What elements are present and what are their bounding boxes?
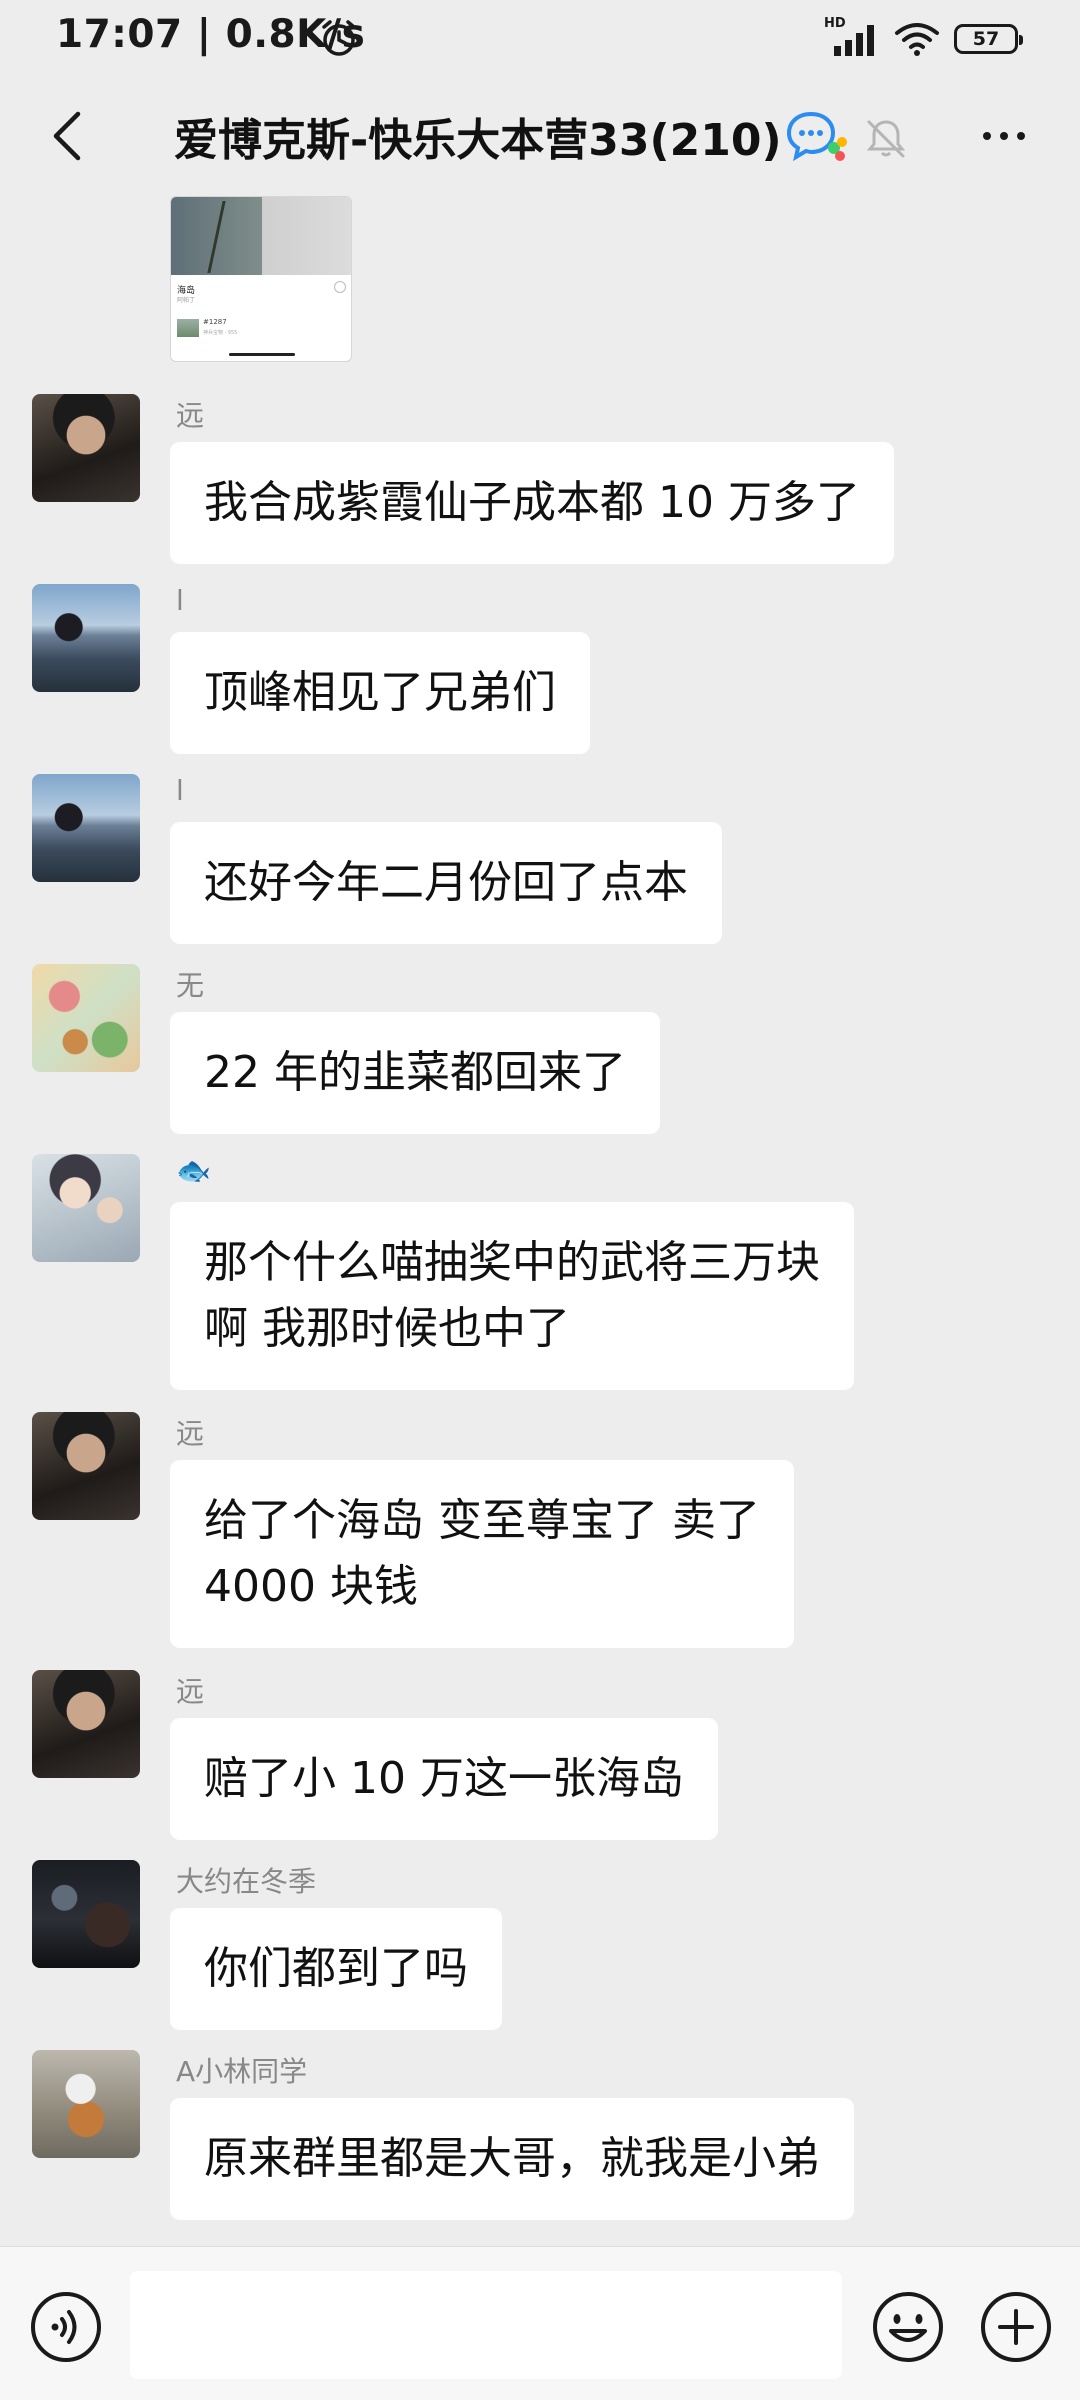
wifi-icon (895, 23, 939, 56)
avatar[interactable] (32, 2050, 140, 2158)
back-button[interactable] (32, 100, 104, 172)
status-bar: 17:07 | 0.8K/s HD 57 (0, 0, 1080, 76)
image-message[interactable]: 海岛 阿帕丁 #1287 神兵宝物 · 955 (170, 196, 352, 362)
sender-name: 🐟 (176, 1154, 211, 1187)
title-bar: 爱博克斯-快乐大本营33(210) (0, 76, 1080, 196)
message-bubble[interactable]: 我合成紫霞仙子成本都 10 万多了 (170, 442, 894, 564)
card-item-thumb (177, 319, 199, 337)
sender-name: 大约在冬季 (176, 1865, 317, 1898)
emoji-icon[interactable] (870, 2289, 946, 2365)
sender-name: 无 (176, 969, 205, 1002)
message-bubble[interactable]: 你们都到了吗 (170, 1908, 502, 2030)
status-icons: HD 57 (824, 16, 1023, 60)
qq-group-icon[interactable] (786, 110, 848, 164)
page-title: 爱博克斯-快乐大本营33(210) (174, 115, 782, 166)
alarm-icon (322, 20, 356, 56)
card-meta: 神兵宝物 · 955 (203, 330, 238, 336)
message-bubble[interactable]: 赔了小 10 万这一张海岛 (170, 1718, 718, 1840)
voice-icon[interactable] (28, 2289, 104, 2365)
more-button[interactable] (968, 108, 1040, 164)
avatar[interactable] (32, 584, 140, 692)
sender-name: l (176, 584, 184, 617)
battery-icon: 57 (954, 24, 1023, 54)
message-line: 给了个海岛 变至尊宝了 卖了 (204, 1495, 760, 1546)
more-dots-icon (983, 132, 991, 140)
avatar[interactable] (32, 394, 140, 502)
bell-muted-icon (866, 120, 906, 158)
avatar[interactable] (32, 1860, 140, 1968)
avatar[interactable] (32, 964, 140, 1072)
image-thumbnail (171, 197, 351, 275)
message-list[interactable]: 海岛 阿帕丁 #1287 神兵宝物 · 955 远 我合成紫霞仙子成本都 10 … (0, 196, 1080, 2246)
separator: | (196, 12, 226, 57)
input-bar (0, 2246, 1080, 2400)
avatar[interactable] (32, 1154, 140, 1262)
message-bubble[interactable]: 那个什么喵抽奖中的武将三万块 啊 我那时候也中了 (170, 1202, 854, 1390)
message-line: 啊 我那时候也中了 (204, 1303, 570, 1354)
avatar[interactable] (32, 1412, 140, 1520)
message-line: 4000 块钱 (204, 1561, 418, 1612)
home-indicator (229, 353, 295, 356)
battery-level: 57 (972, 28, 1000, 50)
sender-name: 远 (176, 1675, 205, 1708)
message-bubble[interactable]: 给了个海岛 变至尊宝了 卖了 4000 块钱 (170, 1460, 794, 1648)
card-number: #1287 (203, 318, 227, 326)
message-bubble[interactable]: 还好今年二月份回了点本 (170, 822, 722, 944)
message-bubble[interactable]: 22 年的韭菜都回来了 (170, 1012, 660, 1134)
sender-name: 远 (176, 1417, 205, 1450)
message-bubble[interactable]: 顶峰相见了兄弟们 (170, 632, 590, 754)
message-line: 那个什么喵抽奖中的武将三万块 (204, 1237, 820, 1288)
sender-name: 远 (176, 399, 205, 432)
chat-screen: 17:07 | 0.8K/s HD 57 爱博克斯-快乐大本营33(210) 海… (0, 0, 1080, 2400)
clock-time: 17:07 (56, 12, 183, 57)
avatar[interactable] (32, 1670, 140, 1778)
message-input[interactable] (130, 2271, 842, 2379)
close-icon (334, 281, 346, 293)
plus-icon[interactable] (978, 2289, 1054, 2365)
back-arrow-icon (53, 111, 81, 161)
avatar[interactable] (32, 774, 140, 882)
signal-icon: HD (824, 16, 880, 58)
card-subtitle: 阿帕丁 (177, 297, 196, 304)
sender-name: l (176, 774, 184, 807)
sender-name: A小林同学 (176, 2055, 308, 2088)
message-bubble[interactable]: 原来群里都是大哥，就我是小弟 (170, 2098, 854, 2220)
